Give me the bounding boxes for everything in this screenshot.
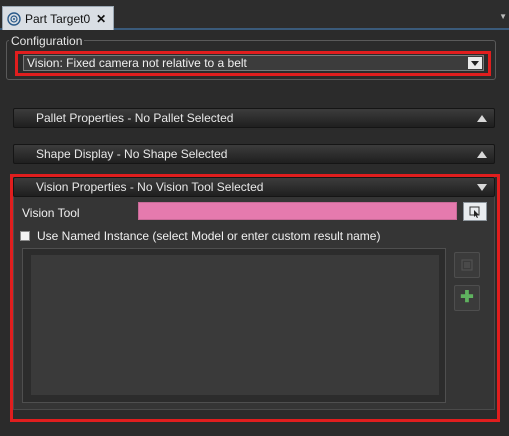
tab-part-target0[interactable]: Part Target0 ✕ (2, 6, 114, 30)
close-icon[interactable]: ✕ (96, 12, 106, 26)
shape-display-header[interactable]: Shape Display - No Shape Selected (13, 144, 495, 164)
highlight-box-configuration (15, 51, 491, 76)
document-tab-strip: Part Target0 ✕ ▼ (0, 0, 509, 30)
tab-overflow-icon[interactable]: ▼ (499, 12, 507, 21)
highlight-box-vision-properties (10, 174, 500, 422)
target-icon (7, 11, 21, 26)
pallet-properties-title: Pallet Properties - No Pallet Selected (36, 111, 234, 125)
expand-icon (477, 151, 487, 158)
pallet-properties-header[interactable]: Pallet Properties - No Pallet Selected (13, 108, 495, 128)
configuration-legend: Configuration (9, 34, 85, 48)
expand-icon (477, 115, 487, 122)
shape-display-title: Shape Display - No Shape Selected (36, 147, 228, 161)
tab-title: Part Target0 (25, 11, 91, 26)
